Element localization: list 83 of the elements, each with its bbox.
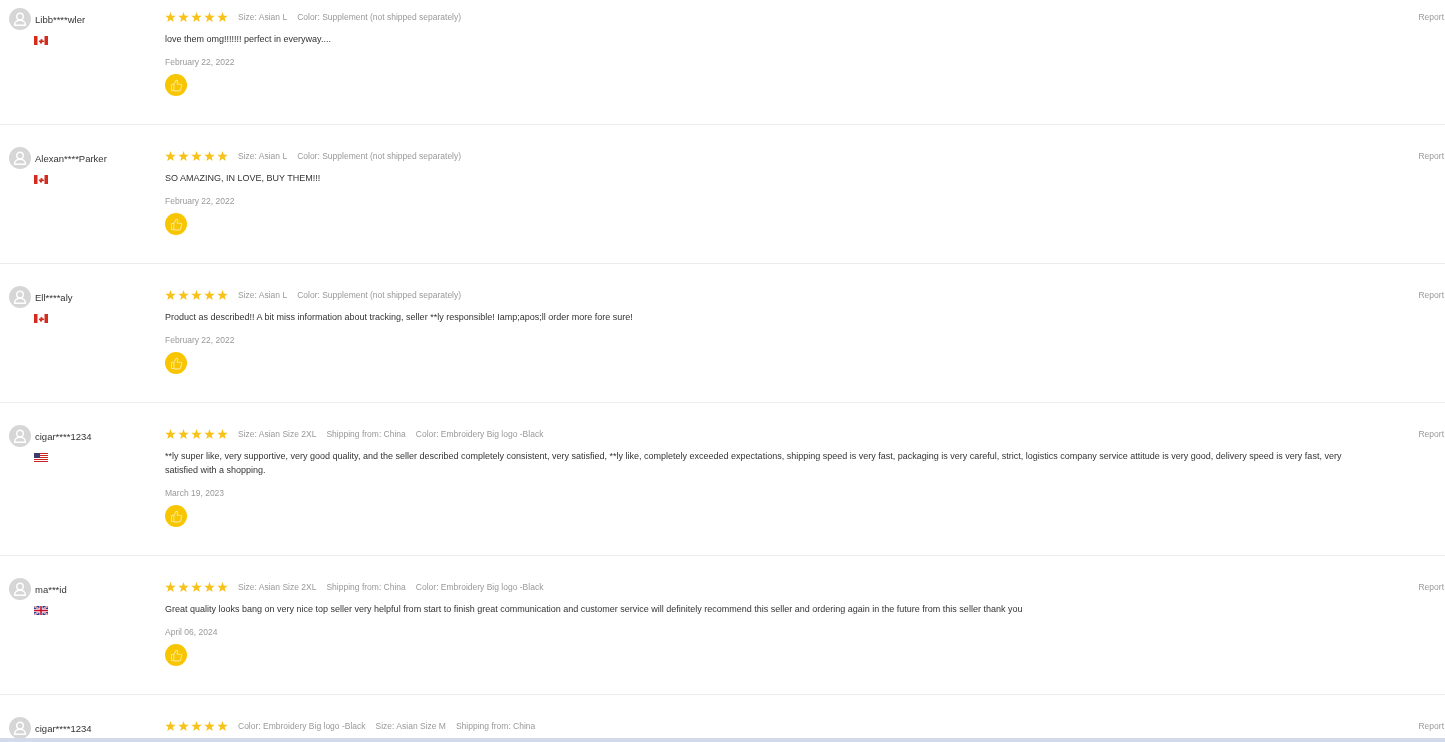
star-icon	[191, 429, 202, 439]
star-icon	[191, 290, 202, 300]
avatar-icon	[9, 578, 31, 600]
star-icon	[191, 12, 202, 22]
avatar-icon	[9, 147, 31, 169]
report-link[interactable]: Report	[1418, 288, 1444, 302]
star-icon	[178, 721, 189, 731]
product-attribute: Size: Asian L	[238, 290, 288, 300]
star-icon	[165, 582, 176, 592]
product-attribute: Color: Supplement (not shipped separately)	[297, 12, 462, 22]
star-icon	[217, 721, 228, 731]
product-attribute: Color: Embroidery Big logo -Black	[415, 582, 544, 592]
thumbs-up-icon[interactable]	[165, 352, 187, 374]
review-date: February 22, 2022	[165, 334, 235, 347]
product-attribute: Shipping from: China	[455, 721, 536, 731]
thumbs-up-icon[interactable]	[165, 74, 187, 96]
product-attribute: Shipping from: China	[326, 429, 406, 439]
review-date: February 22, 2022	[165, 195, 235, 208]
report-link[interactable]: Report	[1418, 10, 1444, 24]
product-attribute: Size: Asian L	[238, 151, 288, 161]
star-icon	[165, 290, 176, 300]
star-icon	[204, 290, 215, 300]
thumbs-up-icon[interactable]	[165, 213, 187, 235]
star-icon	[204, 721, 215, 731]
star-icon	[217, 151, 228, 161]
product-attribute: Shipping from: China	[326, 582, 406, 592]
thumbs-up-icon[interactable]	[165, 505, 187, 527]
canada-flag-icon	[34, 314, 48, 323]
avatar-icon	[9, 425, 31, 447]
username: cigar****1234	[35, 430, 92, 442]
avatar-icon	[9, 8, 31, 30]
star-icon	[217, 429, 228, 439]
username: cigar****1234	[35, 722, 92, 734]
star-icon	[217, 12, 228, 22]
thumbs-up-icon[interactable]	[165, 644, 187, 666]
canada-flag-icon	[34, 175, 48, 184]
star-icon	[204, 582, 215, 592]
review-text: Great quality looks bang on very nice top seller very helpful from start to finish great communication and customer service will definitely recommend this seller and ordering again in the future from this seller thank you	[165, 603, 1024, 616]
product-attribute: Size: Asian Size 2XL	[238, 582, 317, 592]
avatar-icon	[9, 717, 31, 738]
star-icon	[178, 151, 189, 161]
review-text: **ly super like, very supportive, very good quality, and the seller described completely consistent, very satisfied, **ly like, completely exceeded expectations, shipping speed is very fast, packaging is very careful, strict, logistics company service attitude is very good, delivery speed is very fast, very satisfied with a shopping.	[165, 450, 1343, 477]
star-icon	[178, 429, 189, 439]
product-attribute: Color: Supplement (not shipped separately)	[297, 151, 462, 161]
star-icon	[204, 12, 215, 22]
star-icon	[178, 12, 189, 22]
report-link[interactable]: Report	[1418, 427, 1444, 441]
star-icon	[191, 151, 202, 161]
review-text: love them omg!!!!!!! perfect in everyway....	[165, 33, 332, 46]
star-icon	[178, 290, 189, 300]
star-icon	[204, 151, 215, 161]
star-icon	[217, 290, 228, 300]
product-attribute: Size: Asian L	[238, 12, 288, 22]
review-date: March 19, 2023	[165, 487, 225, 500]
review-date: February 22, 2022	[165, 56, 235, 69]
username: Libb****wler	[35, 13, 86, 25]
product-attribute: Color: Embroidery Big logo -Black	[238, 721, 366, 731]
username: Alexan****Parker	[35, 152, 107, 164]
product-attribute: Size: Asian Size 2XL	[238, 429, 317, 439]
us-flag-icon	[34, 453, 48, 462]
report-link[interactable]: Report	[1418, 580, 1444, 594]
canada-flag-icon	[34, 36, 48, 45]
star-icon	[204, 429, 215, 439]
star-icon	[165, 151, 176, 161]
star-icon	[165, 429, 176, 439]
avatar-icon	[9, 286, 31, 308]
star-icon	[165, 12, 176, 22]
review-text: Product as described!! A bit miss information about tracking, seller **ly responsible! Iamp;apos;ll order more fore sure!	[165, 311, 634, 324]
review-text: SO AMAZING, IN LOVE, BUY THEM!!!	[165, 172, 322, 185]
star-icon	[191, 721, 202, 731]
star-icon	[217, 582, 228, 592]
username: Ell****aly	[35, 291, 73, 303]
product-attribute: Size: Asian Size M	[375, 721, 446, 731]
star-icon	[165, 721, 176, 731]
report-link[interactable]: Report	[1418, 149, 1444, 163]
product-attribute: Color: Embroidery Big logo -Black	[415, 429, 544, 439]
username: ma***id	[35, 583, 67, 595]
review-date: April 06, 2024	[165, 626, 218, 639]
report-link[interactable]: Report	[1418, 719, 1444, 733]
star-icon	[191, 582, 202, 592]
uk-flag-icon	[34, 606, 48, 615]
product-attribute: Color: Supplement (not shipped separately)	[297, 290, 462, 300]
star-icon	[178, 582, 189, 592]
